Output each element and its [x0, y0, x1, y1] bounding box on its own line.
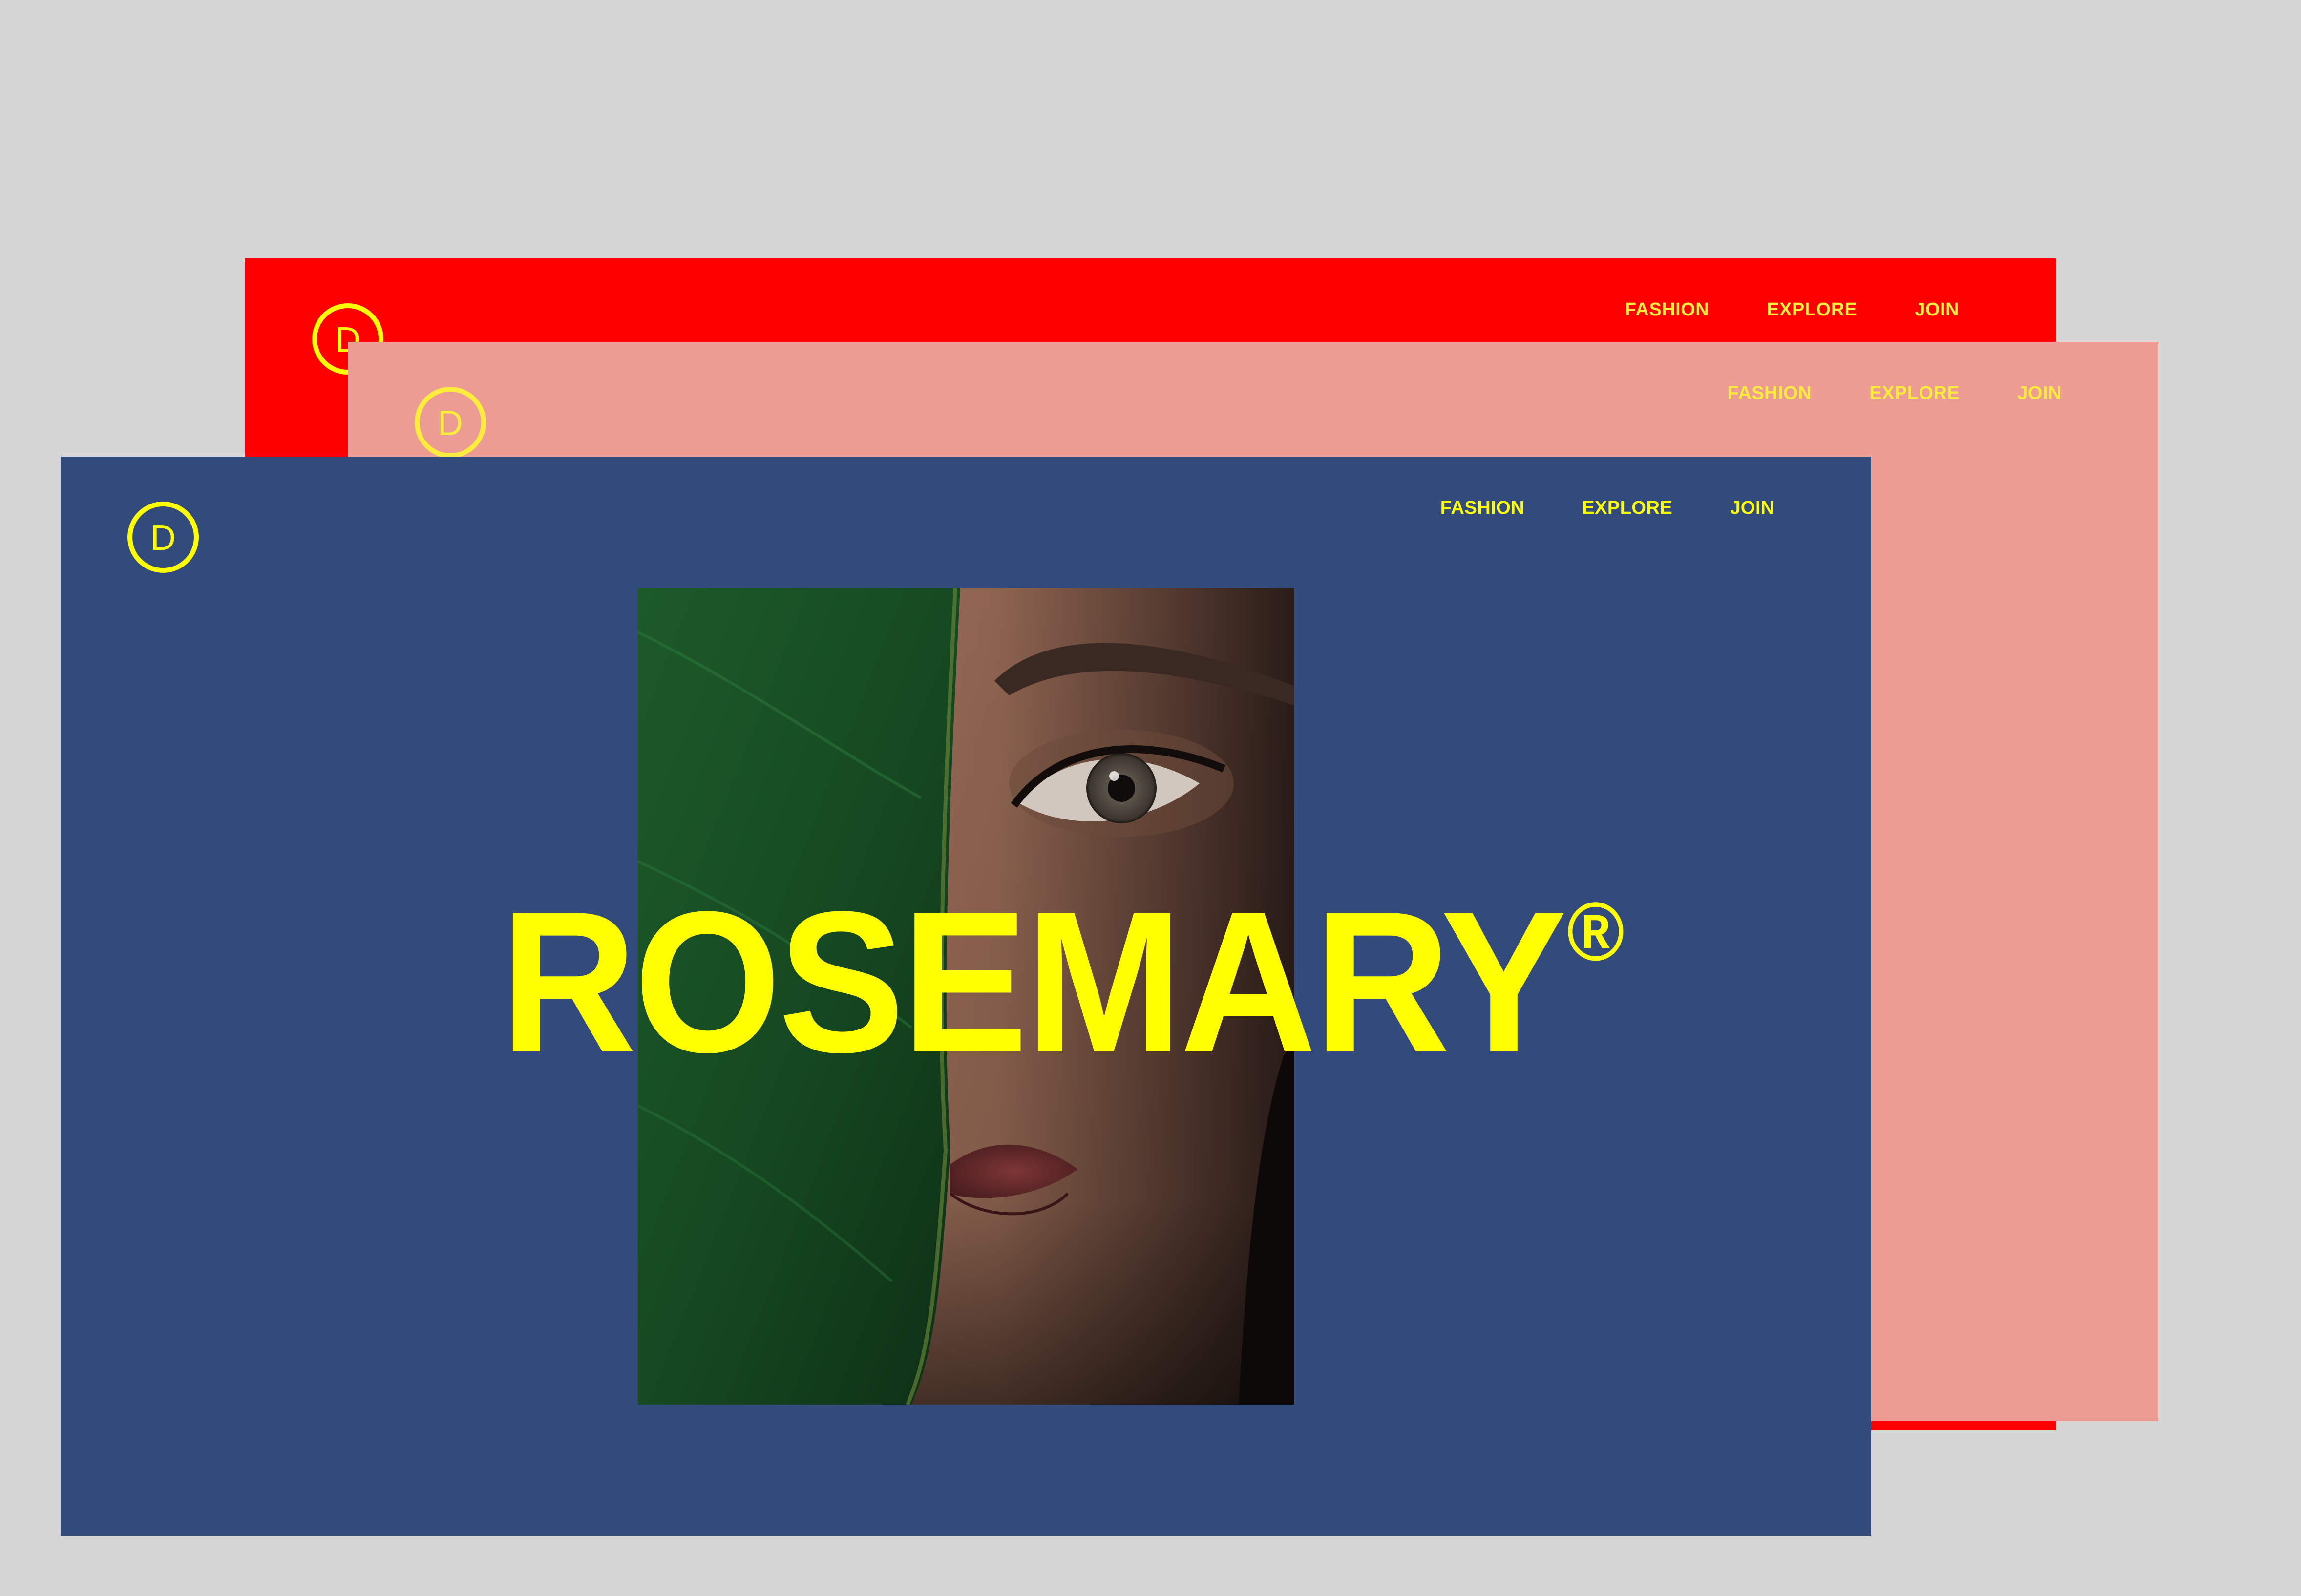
nav-explore[interactable]: EXPLORE: [1582, 499, 1672, 517]
nav-join[interactable]: JOIN: [2017, 384, 2062, 402]
nav-explore[interactable]: EXPLORE: [1869, 384, 1960, 402]
svg-text:D: D: [438, 404, 463, 443]
d-circle-logo-icon[interactable]: D: [414, 386, 487, 459]
nav-join[interactable]: JOIN: [1730, 499, 1774, 517]
svg-text:D: D: [150, 519, 176, 558]
main-nav: FASHION EXPLORE JOIN: [1625, 300, 1959, 319]
nav-fashion[interactable]: FASHION: [1728, 384, 1812, 402]
nav-fashion[interactable]: FASHION: [1625, 300, 1709, 319]
main-nav: FASHION EXPLORE JOIN: [1728, 384, 2062, 402]
main-nav: FASHION EXPLORE JOIN: [1440, 499, 1774, 517]
registered-mark: ®: [1566, 885, 1625, 978]
headline-text: ROSEMARY: [500, 870, 1567, 1094]
d-circle-logo-icon[interactable]: D: [127, 501, 200, 574]
nav-join[interactable]: JOIN: [1915, 300, 1959, 319]
hero-headline: ROSEMARY®: [500, 882, 1625, 1083]
nav-fashion[interactable]: FASHION: [1440, 499, 1524, 517]
preview-card-blue: D FASHION EXPLORE JOIN ROSEMARY®: [61, 457, 1871, 1536]
nav-explore[interactable]: EXPLORE: [1767, 300, 1857, 319]
